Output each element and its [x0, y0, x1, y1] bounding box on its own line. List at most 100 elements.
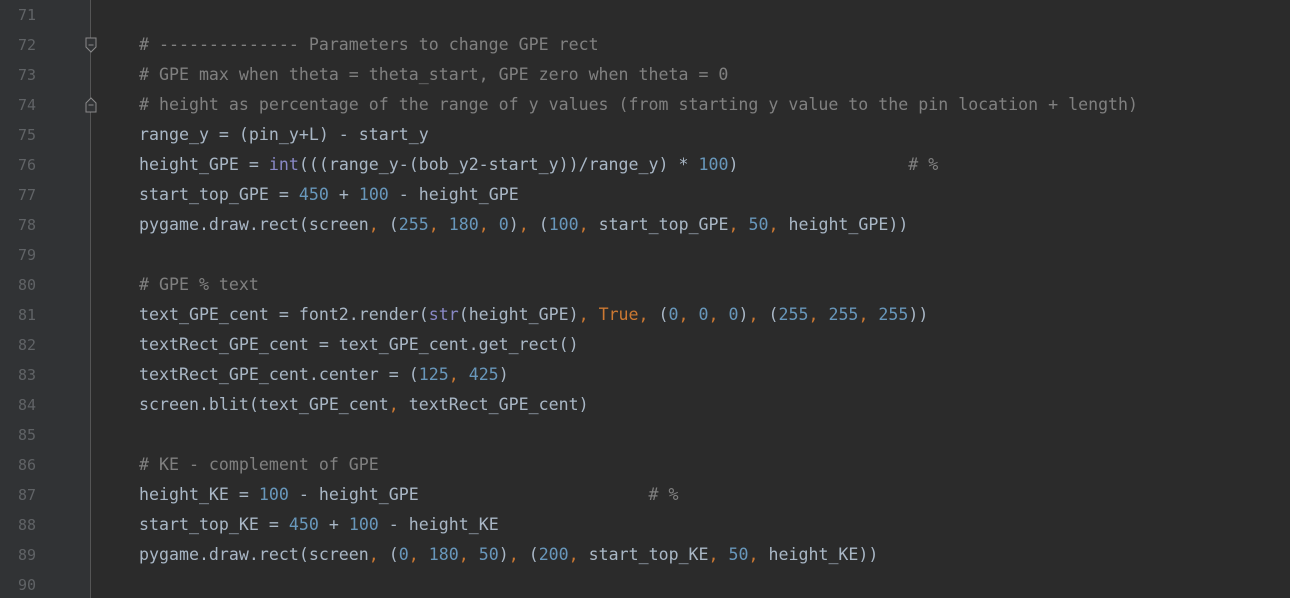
code-token: 255 [878, 305, 909, 324]
code-text[interactable]: # height as percentage of the range of y… [139, 90, 1138, 120]
code-token: , [568, 545, 589, 564]
line-number: 88 [17, 516, 36, 534]
code-token: ( [768, 305, 779, 324]
code-token: ) [728, 155, 909, 174]
code-token: , [508, 545, 529, 564]
code-token: start_top_KE [588, 545, 709, 564]
code-text[interactable]: # GPE max when theta = theta_start, GPE … [139, 60, 728, 90]
code-text[interactable]: start_top_GPE = 450 + 100 - height_GPE [139, 180, 519, 210]
line-number: 73 [17, 66, 36, 84]
code-text[interactable]: height_GPE = int(((range_y-(bob_y2-start… [139, 150, 938, 180]
code-token: textRect_GPE_cent = text_GPE_cent.get_re… [139, 335, 579, 354]
code-token: , [748, 545, 769, 564]
code-line[interactable]: 77 start_top_GPE = 450 + 100 - height_GPE [0, 180, 1290, 210]
code-token: , [708, 545, 729, 564]
code-line[interactable]: 86 # KE - complement of GPE [0, 450, 1290, 480]
code-token: 200 [538, 545, 569, 564]
code-line[interactable]: 72 # -------------- Parameters to change … [0, 30, 1290, 60]
code-token: (height_GPE) [458, 305, 579, 324]
code-text[interactable]: # GPE % text [139, 270, 259, 300]
fold-start-icon[interactable] [85, 37, 97, 53]
code-token: 0 [728, 305, 739, 324]
code-text[interactable]: screen.blit(text_GPE_cent, textRect_GPE_… [139, 390, 589, 420]
code-token: + [318, 515, 349, 534]
code-token: # % [648, 485, 679, 504]
code-line[interactable]: 89 pygame.draw.rect(screen, (0, 180, 50),… [0, 540, 1290, 570]
code-text[interactable]: start_top_KE = 450 + 100 - height_KE [139, 510, 499, 540]
code-token: int [268, 155, 299, 174]
code-token: ( [528, 545, 539, 564]
code-line[interactable]: 76 height_GPE = int(((range_y-(bob_y2-sta… [0, 150, 1290, 180]
code-token: ) [738, 305, 749, 324]
code-text[interactable]: height_KE = 100 - height_GPE # % [139, 480, 679, 510]
line-number: 85 [17, 426, 36, 444]
code-token: 50 [728, 545, 749, 564]
code-token: 0 [398, 545, 409, 564]
line-number: 90 [17, 576, 36, 594]
code-token: start_top_KE = [139, 515, 289, 534]
code-editor[interactable]: 71 72 # -------------- Parameters to chang… [0, 0, 1290, 598]
code-token: 0 [668, 305, 679, 324]
code-text[interactable]: # KE - complement of GPE [139, 450, 379, 480]
code-token: , [678, 305, 699, 324]
code-line[interactable]: 79 [0, 240, 1290, 270]
line-number: 78 [17, 216, 36, 234]
code-token: , [768, 215, 789, 234]
code-token: , [368, 545, 389, 564]
code-token: 100 [258, 485, 289, 504]
code-token: start_top_GPE = [139, 185, 299, 204]
code-token: # GPE max when theta = theta_start, GPE … [139, 65, 729, 84]
code-token: - height_KE [378, 515, 499, 534]
code-token: , [578, 215, 599, 234]
code-token: , [728, 215, 749, 234]
code-token: - height_GPE [388, 185, 519, 204]
code-line[interactable]: 82 textRect_GPE_cent = text_GPE_cent.get_… [0, 330, 1290, 360]
line-number: 81 [17, 306, 36, 324]
code-line[interactable]: 84 screen.blit(text_GPE_cent, textRect_GP… [0, 390, 1290, 420]
code-line[interactable]: 78 pygame.draw.rect(screen, (255, 180, 0)… [0, 210, 1290, 240]
code-token: , [448, 365, 469, 384]
code-token: # -------------- Parameters to change GP… [139, 35, 599, 54]
code-text[interactable]: text_GPE_cent = font2.render(str(height_… [139, 300, 928, 330]
line-number: 82 [17, 336, 36, 354]
line-number: 76 [17, 156, 36, 174]
code-token: 180 [428, 545, 459, 564]
code-line[interactable]: 83 textRect_GPE_cent.center = (125, 425) [0, 360, 1290, 390]
code-line[interactable]: 73 # GPE max when theta = theta_start, GP… [0, 60, 1290, 90]
line-number: 87 [17, 486, 36, 504]
code-line[interactable]: 90 [0, 570, 1290, 598]
code-token: 100 [698, 155, 729, 174]
code-token: 255 [828, 305, 859, 324]
code-token: - height_GPE [288, 485, 649, 504]
code-token: , True, [578, 305, 659, 324]
code-line[interactable]: 74 # height as percentage of the range of… [0, 90, 1290, 120]
code-token: , [408, 545, 429, 564]
code-text[interactable]: textRect_GPE_cent = text_GPE_cent.get_re… [139, 330, 579, 360]
code-text[interactable]: pygame.draw.rect(screen, (0, 180, 50), (… [139, 540, 878, 570]
code-line[interactable]: 88 start_top_KE = 450 + 100 - height_KE [0, 510, 1290, 540]
code-token: 50 [478, 545, 499, 564]
code-line[interactable]: 87 height_KE = 100 - height_GPE # % [0, 480, 1290, 510]
code-token: , [428, 215, 449, 234]
code-token: # GPE % text [139, 275, 259, 294]
code-line[interactable]: 71 [0, 0, 1290, 30]
fold-end-icon[interactable] [85, 97, 97, 113]
code-line[interactable]: 75 range_y = (pin_y+L) - start_y [0, 120, 1290, 150]
code-token: , [388, 395, 409, 414]
code-token: ) [498, 545, 509, 564]
code-line[interactable]: 81 text_GPE_cent = font2.render(str(heigh… [0, 300, 1290, 330]
code-text[interactable]: range_y = (pin_y+L) - start_y [139, 120, 429, 150]
code-token: start_top_GPE [598, 215, 729, 234]
code-line[interactable]: 80 # GPE % text [0, 270, 1290, 300]
code-token: pygame.draw.rect(screen [139, 215, 369, 234]
code-token: text_GPE_cent = font2.render( [139, 305, 429, 324]
code-text[interactable]: # -------------- Parameters to change GP… [139, 30, 599, 60]
code-token: ( [388, 215, 399, 234]
line-number: 71 [17, 6, 36, 24]
code-text[interactable]: textRect_GPE_cent.center = (125, 425) [139, 360, 509, 390]
code-line[interactable]: 85 [0, 420, 1290, 450]
code-token: 425 [468, 365, 499, 384]
code-text[interactable]: pygame.draw.rect(screen, (255, 180, 0), … [139, 210, 908, 240]
code-token: (((range_y-(bob_y2-start_y))/range_y) * [298, 155, 699, 174]
code-token: , [808, 305, 829, 324]
